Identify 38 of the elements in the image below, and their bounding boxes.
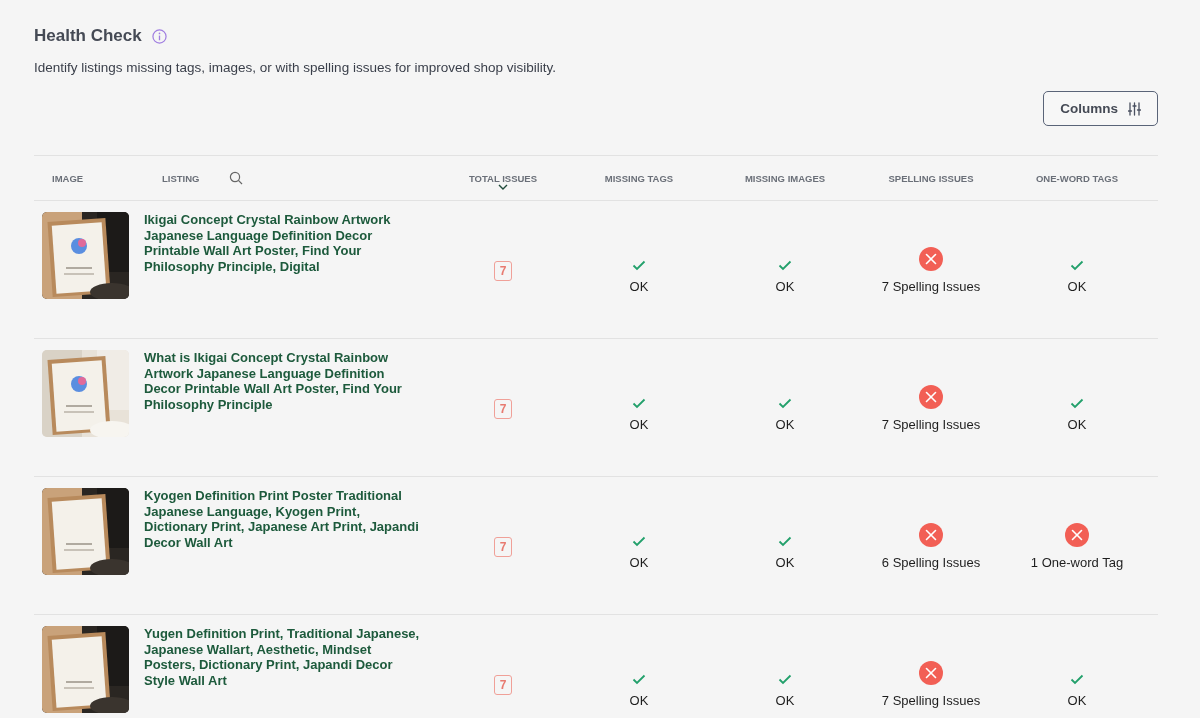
status-text: OK bbox=[775, 278, 795, 294]
issue-count-badge: 7 bbox=[493, 260, 513, 281]
status-text: 6 Spelling Issues bbox=[881, 555, 981, 570]
status-text: OK bbox=[1067, 416, 1087, 432]
column-header[interactable]: TOTAL ISSUES bbox=[468, 172, 538, 184]
status-text: OK bbox=[775, 554, 795, 570]
status-text: 7 Spelling Issues bbox=[881, 417, 981, 432]
column-header: SPELLING ISSUES bbox=[888, 172, 974, 184]
listing-title-link[interactable]: Kyogen Definition Print Poster Traditional Japanese Language, Kyogen Print, Dictionary Print, Japanese Art Print, Japandi Decor Wall Art bbox=[144, 488, 424, 550]
issue-count-badge: 7 bbox=[493, 398, 513, 419]
status-text: OK bbox=[1067, 692, 1087, 708]
column-header: IMAGE bbox=[52, 172, 84, 184]
sort-caret-icon[interactable] bbox=[498, 184, 508, 190]
status-text: OK bbox=[775, 692, 795, 708]
listing-title-link[interactable]: Ikigai Concept Crystal Rainbow Artwork Japanese Language Definition Decor Printable Wall Art Poster, Find Your Philosophy Principle, Digital bbox=[144, 212, 424, 274]
status-text: OK bbox=[629, 554, 649, 570]
status-text: OK bbox=[629, 278, 649, 294]
status-text: OK bbox=[629, 692, 649, 708]
status-text: 7 Spelling Issues bbox=[881, 693, 981, 708]
column-header: MISSING IMAGES bbox=[744, 172, 826, 184]
column-header: ONE-WORD TAGS bbox=[1035, 172, 1119, 184]
columns-button[interactable]: Columns bbox=[1043, 91, 1158, 126]
page-description: Identify listings missing tags, images, or with spelling issues for improved shop visibility. bbox=[34, 60, 557, 75]
status-text: 7 Spelling Issues bbox=[881, 279, 981, 294]
issue-count-badge: 7 bbox=[493, 674, 513, 695]
sliders-icon bbox=[1128, 101, 1141, 116]
issue-count-badge: 7 bbox=[493, 536, 513, 557]
page-title: Health Check bbox=[34, 26, 142, 46]
listing-title-link[interactable]: Yugen Definition Print, Traditional Japanese, Japanese Wallart, Aesthetic, Mindset Posters, Dictionary Print, Japandi Decor Style Wall Art bbox=[144, 626, 424, 688]
info-icon[interactable] bbox=[151, 28, 167, 44]
status-text: 1 One-word Tag bbox=[1030, 555, 1124, 570]
listing-title-link[interactable]: What is Ikigai Concept Crystal Rainbow Artwork Japanese Language Definition Decor Printable Wall Art Poster, Find Your Philosophy Principle bbox=[144, 350, 424, 412]
column-header[interactable]: LISTING bbox=[162, 172, 200, 184]
status-text: OK bbox=[629, 416, 649, 432]
search-icon[interactable] bbox=[229, 171, 244, 185]
status-text: OK bbox=[1067, 278, 1087, 294]
column-header: MISSING TAGS bbox=[604, 172, 674, 184]
status-text: OK bbox=[775, 416, 795, 432]
